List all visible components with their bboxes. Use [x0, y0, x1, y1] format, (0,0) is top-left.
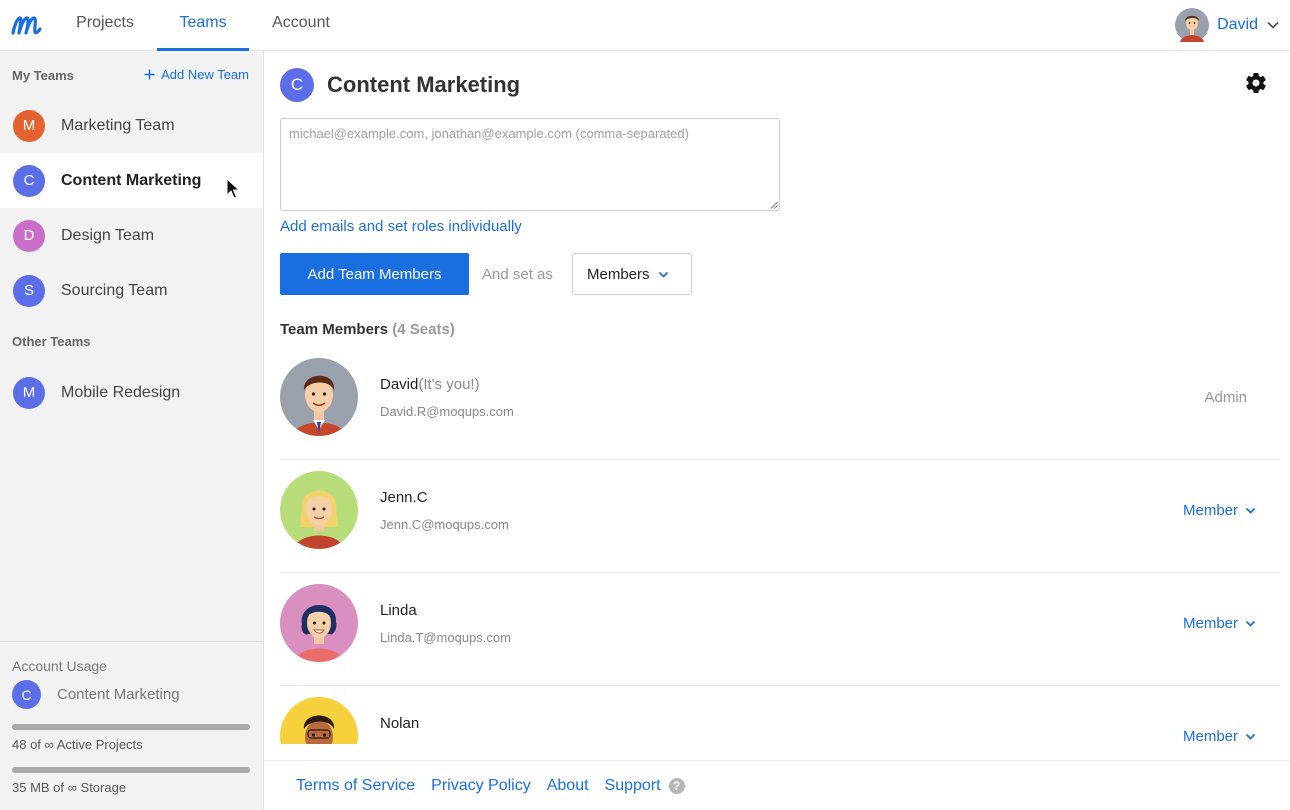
member-row: Jenn.C Jenn.C@moqups.com Member — [280, 460, 1280, 573]
sidebar-item-marketing-team[interactable]: M Marketing Team — [0, 98, 263, 153]
terms-of-service-link[interactable]: Terms of Service — [296, 777, 415, 795]
footer: Terms of Service Privacy Policy About Su… — [264, 760, 1290, 810]
chevron-down-icon — [1245, 733, 1256, 740]
user-avatar — [1175, 8, 1210, 42]
projects-usage-fill — [12, 724, 250, 730]
usage-team: C Content Marketing — [12, 680, 251, 709]
member-name: David(It's you!) — [380, 376, 480, 393]
my-teams-heading: My Teams — [12, 68, 74, 83]
team-name: Sourcing Team — [61, 281, 168, 299]
storage-usage-bar — [12, 767, 250, 773]
team-members-heading: Team Members (4 Seats) — [280, 321, 455, 338]
team-name: Content Marketing — [61, 171, 202, 189]
team-header: C Content Marketing — [280, 68, 520, 102]
role-select[interactable]: Members — [572, 253, 692, 295]
role-select-value: Members — [587, 265, 650, 283]
team-name: Mobile Redesign — [61, 383, 181, 401]
emails-input[interactable] — [280, 118, 780, 211]
sidebar-item-design-team[interactable]: D Design Team — [0, 208, 263, 263]
top-nav-bar: Projects Teams Account David — [0, 0, 1290, 51]
resize-grip-icon[interactable] — [770, 201, 778, 209]
chevron-down-icon — [1245, 620, 1256, 627]
nav-tab-teams[interactable]: Teams — [157, 0, 249, 51]
chevron-down-icon — [1267, 21, 1279, 29]
sidebar-item-content-marketing[interactable]: C Content Marketing — [0, 153, 263, 208]
usage-team-name: Content Marketing — [57, 686, 180, 703]
team-initial-badge: C — [280, 68, 314, 102]
member-avatar — [280, 471, 358, 549]
member-role-dropdown[interactable]: Member — [1183, 502, 1256, 519]
you-label: (It's you!) — [418, 376, 480, 393]
team-initial-badge: M — [13, 376, 45, 409]
main-panel: C Content Marketing Add emails and set r… — [264, 51, 1290, 810]
add-new-team-label: Add New Team — [161, 67, 249, 82]
projects-usage-bar — [12, 724, 250, 730]
support-link[interactable]: Support — [605, 777, 661, 795]
team-name: Marketing Team — [61, 116, 175, 134]
member-name: Nolan — [380, 715, 420, 732]
privacy-policy-link[interactable]: Privacy Policy — [431, 777, 531, 795]
team-initial-badge: C — [13, 164, 45, 197]
team-name: Design Team — [61, 226, 155, 244]
account-usage-title: Account Usage — [12, 658, 107, 674]
gear-icon[interactable] — [1244, 71, 1268, 95]
seats-count: (4 Seats) — [392, 321, 455, 338]
set-as-label: And set as — [482, 266, 553, 283]
member-role: Admin — [1204, 389, 1247, 406]
member-name-text: David — [380, 376, 419, 393]
user-menu[interactable]: David — [1175, 7, 1280, 43]
sidebar-item-sourcing-team[interactable]: S Sourcing Team — [0, 263, 263, 318]
member-role-dropdown[interactable]: Member — [1183, 615, 1256, 632]
sidebar-item-mobile-redesign[interactable]: M Mobile Redesign — [0, 365, 263, 420]
team-members-label: Team Members — [280, 321, 389, 338]
member-email: David.R@moqups.com — [380, 404, 514, 419]
team-initial-badge: C — [12, 680, 41, 709]
add-emails-individually-link[interactable]: Add emails and set roles individually — [280, 218, 522, 235]
member-row: Nolan Member — [280, 686, 1280, 744]
add-team-members-button[interactable]: Add Team Members — [280, 253, 469, 295]
member-role-label: Member — [1182, 502, 1238, 519]
storage-usage-fill — [12, 767, 250, 773]
mouse-cursor-icon — [226, 178, 240, 199]
nav-tab-projects[interactable]: Projects — [62, 0, 148, 51]
about-link[interactable]: About — [547, 777, 589, 795]
member-email: Jenn.C@moqups.com — [380, 517, 509, 532]
chevron-down-icon — [1245, 507, 1256, 514]
account-usage-panel: Account Usage C Content Marketing 48 of … — [0, 641, 263, 795]
sidebar: My Teams Add New Team M Marketing Team C… — [0, 51, 264, 810]
member-role-label: Member — [1182, 728, 1238, 744]
member-row: David(It's you!) David.R@moqups.com Admi… — [280, 347, 1280, 460]
member-avatar — [280, 697, 358, 744]
member-role-label: Member — [1182, 615, 1238, 632]
member-email: Linda.T@moqups.com — [380, 630, 511, 645]
user-name: David — [1217, 16, 1258, 33]
add-new-team-button[interactable]: Add New Team — [144, 67, 249, 82]
plus-icon — [144, 69, 155, 80]
team-initial-badge: D — [13, 219, 45, 252]
team-initial-badge: M — [13, 109, 45, 142]
member-name: Jenn.C — [380, 489, 428, 506]
other-teams-heading: Other Teams — [12, 334, 91, 349]
member-avatar — [280, 358, 358, 436]
moqups-logo-icon[interactable] — [10, 9, 42, 39]
storage-usage-label: 35 MB of ∞ Storage — [12, 780, 127, 795]
chevron-down-icon — [658, 271, 668, 278]
nav-tab-account[interactable]: Account — [258, 0, 344, 51]
help-icon[interactable]: ? — [668, 777, 685, 794]
member-role-dropdown[interactable]: Member — [1183, 728, 1256, 744]
member-avatar — [280, 584, 358, 662]
member-row: Linda Linda.T@moqups.com Member — [280, 573, 1280, 686]
member-name: Linda — [380, 602, 417, 619]
team-members-list: David(It's you!) David.R@moqups.com Admi… — [280, 347, 1280, 744]
page-title: Content Marketing — [327, 72, 521, 97]
team-initial-badge: S — [13, 274, 45, 307]
projects-usage-label: 48 of ∞ Active Projects — [12, 737, 143, 752]
